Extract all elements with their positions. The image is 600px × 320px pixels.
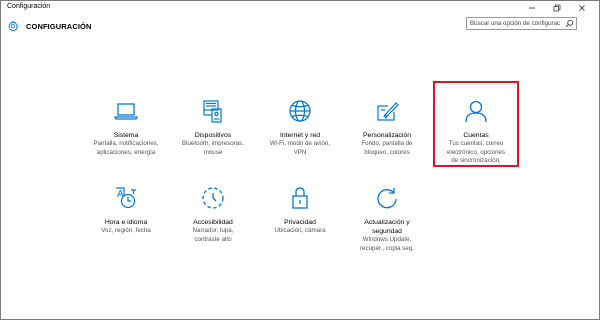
search-box[interactable]	[466, 17, 577, 30]
tile-desc-line: Ubicación, cámara	[274, 227, 326, 234]
tile-label: Internet y red	[279, 132, 321, 139]
tile-desc-line: Wi-Fi, modo de avión,	[269, 140, 331, 147]
tile-personalizacion[interactable]: Personalización Fondo, pantalla de bloqu…	[342, 98, 432, 157]
tile-desc-line: Windows Update,	[362, 236, 412, 243]
search-icon[interactable]	[565, 19, 574, 28]
tile-label: Dispositivos	[194, 132, 232, 139]
maximize-icon	[553, 4, 561, 12]
tile-label: Accesibilidad	[193, 219, 233, 226]
globe-icon	[289, 100, 311, 122]
tile-desc-line: bloqueo, colores	[364, 148, 410, 156]
tile-desc-line: Narrador, lupa,	[192, 227, 234, 234]
tile-label: Sistema	[113, 132, 139, 139]
tile-desc-line: VPN	[293, 148, 307, 156]
paint-icon	[377, 102, 399, 121]
close-button[interactable]	[571, 1, 593, 15]
tile-desc-line: Pantalla, notificaciones,	[93, 140, 159, 147]
tile-label: seguridad	[372, 228, 402, 235]
tile-desc-line: Fondo, pantalla de	[361, 140, 413, 147]
gear-icon	[8, 20, 19, 32]
selection-highlight	[433, 81, 519, 167]
accessibility-icon	[202, 187, 224, 209]
page-title: CONFIGURACIÓN	[26, 22, 92, 31]
tile-internet[interactable]: Internet y red Wi-Fi, modo de avión, VPN	[255, 98, 345, 157]
minimize-button[interactable]	[521, 1, 543, 15]
tile-dispositivos[interactable]: Dispositivos Bluetooth, impresoras, mous…	[168, 98, 258, 157]
svg-text:A: A	[117, 189, 124, 200]
tile-desc-line: recuper., copia seg.	[359, 244, 414, 252]
laptop-icon	[113, 103, 139, 120]
time-language-icon: A	[116, 187, 136, 209]
tile-privacidad[interactable]: Privacidad Ubicación, cámara	[255, 185, 345, 236]
lock-icon	[292, 187, 308, 209]
tile-accesibilidad[interactable]: Accesibilidad Narrador, lupa, contraste …	[168, 185, 258, 244]
title-bar: Configuración	[1, 1, 599, 15]
tile-label: Actualización y	[364, 219, 410, 226]
update-icon	[377, 188, 397, 209]
tile-actualizacion[interactable]: Actualización y seguridad Windows Update…	[342, 185, 432, 253]
tile-label: Privacidad	[284, 219, 316, 226]
minimize-icon	[529, 7, 535, 9]
tile-desc-line: mouse	[203, 148, 223, 156]
tile-sistema[interactable]: Sistema Pantalla, notificaciones, aplica…	[81, 98, 171, 157]
maximize-button[interactable]	[546, 1, 568, 15]
close-icon	[579, 5, 585, 11]
tile-desc-line: Voz, región, fecha	[101, 227, 151, 234]
header: CONFIGURACIÓN	[1, 15, 599, 39]
tile-hora-idioma[interactable]: A Hora e idioma Voz, región, fecha	[81, 185, 171, 236]
tile-desc-line: Bluetooth, impresoras,	[182, 140, 244, 147]
tile-label: Personalización	[363, 132, 411, 139]
window-title: Configuración	[7, 3, 51, 10]
search-input[interactable]	[470, 18, 560, 29]
tile-desc-line: aplicaciones, energía	[96, 148, 156, 156]
tile-desc-line: contraste alto	[194, 235, 232, 243]
devices-icon	[203, 100, 222, 123]
tile-label: Hora e idioma	[104, 219, 148, 226]
